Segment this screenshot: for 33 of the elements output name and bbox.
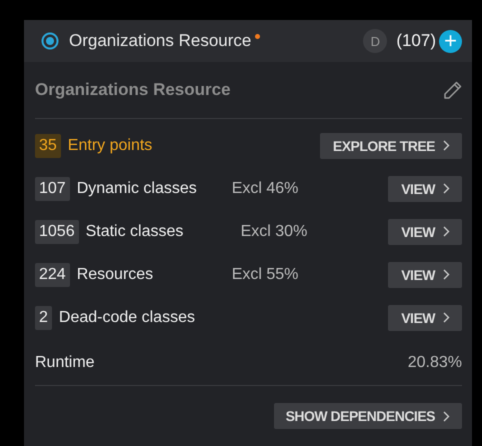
exclusion-text: Excl 46% [232, 180, 298, 198]
row-label: Entry points [68, 136, 152, 154]
runtime-value: 20.83% [408, 354, 462, 372]
count-badge: 2 [35, 306, 52, 330]
avatar-badge: D [363, 29, 388, 53]
row-label: Resources [76, 266, 154, 284]
explore-tree-button[interactable]: EXPLORE TREE [320, 132, 462, 158]
runtime-label: Runtime [35, 354, 95, 372]
chevron-icon [443, 269, 450, 280]
edit-icon[interactable] [443, 80, 462, 100]
chevron-icon [443, 226, 450, 237]
row-label: Dynamic classes [76, 180, 198, 198]
show-dependencies-button[interactable]: SHOW DEPENDENCIES [274, 403, 462, 429]
resource-title: Organizations Resource [69, 31, 252, 51]
row-label: Dead-code classes [58, 308, 196, 326]
view-button[interactable]: VIEW [388, 304, 462, 330]
chevron-icon [443, 410, 450, 422]
view-button[interactable]: VIEW [388, 218, 462, 244]
view-button[interactable]: VIEW [388, 176, 462, 202]
count-badge: 35 [35, 134, 61, 158]
chevron-icon [443, 312, 450, 323]
chevron-icon [443, 183, 450, 194]
view-button[interactable]: VIEW [388, 262, 462, 288]
exclusion-text: Excl 30% [240, 222, 308, 240]
count-text: (107) [396, 31, 436, 51]
row-label: Static classes [86, 222, 184, 240]
radio-button[interactable] [41, 32, 59, 50]
exclusion-text: Excl 55% [232, 266, 298, 284]
count-badge: 1056 [35, 220, 79, 244]
count-badge: 224 [35, 262, 70, 286]
chevron-icon [443, 140, 450, 151]
section-title: Organizations Resource [35, 80, 231, 100]
count-badge: 107 [35, 176, 70, 200]
